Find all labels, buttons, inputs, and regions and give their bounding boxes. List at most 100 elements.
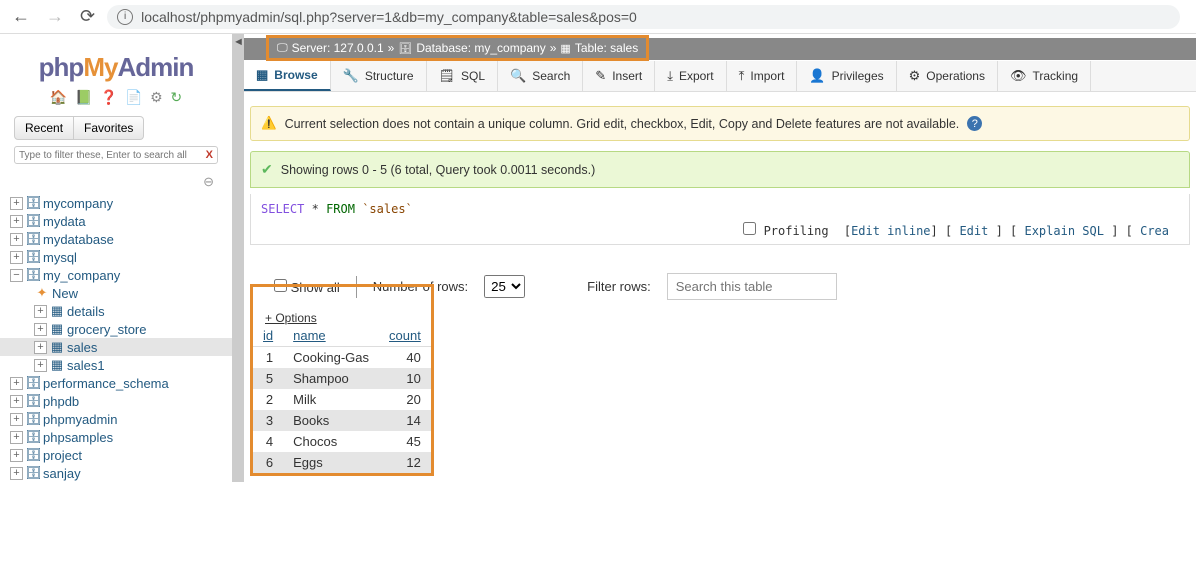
expand-icon[interactable]: + bbox=[34, 305, 47, 318]
table-row: 3Books14 bbox=[253, 410, 431, 431]
nav-tracking[interactable]: 👁Tracking bbox=[998, 61, 1091, 91]
db-icon: 🗄 bbox=[25, 447, 41, 463]
nav-structure[interactable]: 🔧Structure bbox=[331, 61, 427, 91]
col-name[interactable]: name bbox=[283, 325, 379, 347]
explain-sql-link[interactable]: Explain SQL bbox=[1024, 224, 1103, 238]
table-icon: ▦ bbox=[49, 357, 65, 373]
reload-button[interactable]: ⟳ bbox=[76, 4, 99, 29]
expand-icon[interactable]: + bbox=[10, 449, 23, 462]
results-table: idnamecount1Cooking-Gas405Shampoo102Milk… bbox=[253, 325, 431, 473]
tree-item-new[interactable]: ✦New bbox=[0, 284, 232, 302]
home-icon[interactable]: 🏠 bbox=[50, 89, 67, 105]
reload-tree-icon[interactable]: ↻ bbox=[170, 89, 182, 105]
db-icon: 🗄 bbox=[25, 195, 41, 211]
edit-inline-link[interactable]: Edit inline bbox=[851, 224, 930, 238]
table-icon: ▦ bbox=[49, 321, 65, 337]
expand-icon[interactable]: − bbox=[10, 269, 23, 282]
breadcrumb-server[interactable]: Server: 127.0.0.1 bbox=[292, 41, 384, 55]
sidebar: phpMyAdmin 🏠 📗 ❓ 📄 ⚙ ↻ Recent Favorites … bbox=[0, 34, 232, 482]
filter-rows-label: Filter rows: bbox=[587, 279, 651, 294]
table-icon: ▦ bbox=[560, 42, 570, 55]
tree-item-performance-schema[interactable]: +🗄performance_schema bbox=[0, 374, 232, 392]
favorites-tab[interactable]: Favorites bbox=[74, 116, 144, 140]
nav-insert[interactable]: ✎Insert bbox=[583, 61, 655, 91]
table-icon: ▦ bbox=[49, 339, 65, 355]
tree-label: phpmyadmin bbox=[43, 412, 117, 427]
tree-item-mydatabase[interactable]: +🗄mydatabase bbox=[0, 230, 232, 248]
db-icon: 🗄 bbox=[25, 249, 41, 265]
edit-link[interactable]: Edit bbox=[959, 224, 988, 238]
tree-item-mysql[interactable]: +🗄mysql bbox=[0, 248, 232, 266]
tree-label: phpdb bbox=[43, 394, 79, 409]
col-count[interactable]: count bbox=[379, 325, 431, 347]
col-id[interactable]: id bbox=[253, 325, 283, 347]
tracking-icon: 👁 bbox=[1010, 68, 1027, 84]
settings-icon[interactable]: ⚙ bbox=[150, 89, 163, 105]
expand-icon[interactable]: + bbox=[10, 431, 23, 444]
table-row: 2Milk20 bbox=[253, 389, 431, 410]
nav-export[interactable]: ⤓Export bbox=[655, 61, 726, 91]
recent-tab[interactable]: Recent bbox=[14, 116, 74, 140]
help-icon[interactable]: ? bbox=[967, 116, 982, 131]
tree-item-sanjay[interactable]: +🗄sanjay bbox=[0, 464, 232, 482]
expand-icon[interactable]: + bbox=[10, 215, 23, 228]
expand-icon[interactable]: + bbox=[34, 341, 47, 354]
browser-toolbar: ← → ⟳ i localhost/phpmyadmin/sql.php?ser… bbox=[0, 0, 1196, 34]
breadcrumb-database[interactable]: Database: my_company bbox=[416, 41, 545, 55]
tree-filter-input[interactable] bbox=[19, 150, 206, 161]
nav-privileges[interactable]: 👤Privileges bbox=[797, 61, 896, 91]
check-icon: ✔ bbox=[261, 161, 273, 178]
expand-icon[interactable]: + bbox=[10, 233, 23, 246]
tree-item-phpdb[interactable]: +🗄phpdb bbox=[0, 392, 232, 410]
docs-icon[interactable]: ❓ bbox=[100, 89, 117, 105]
tree-label: mydatabase bbox=[43, 232, 114, 247]
tree-label: phpsamples bbox=[43, 430, 113, 445]
expand-icon[interactable]: + bbox=[10, 467, 23, 480]
nav-search[interactable]: 🔍Search bbox=[498, 61, 583, 91]
table-row: 6Eggs12 bbox=[253, 452, 431, 473]
options-toggle[interactable]: + Options bbox=[253, 305, 431, 325]
nav-sql[interactable]: 🗒SQL bbox=[427, 61, 499, 91]
tree-item-mydata[interactable]: +🗄mydata bbox=[0, 212, 232, 230]
tree-item-sales[interactable]: +▦sales bbox=[0, 338, 232, 356]
expand-icon[interactable]: + bbox=[34, 359, 47, 372]
tree-filter[interactable]: X bbox=[14, 146, 218, 164]
profiling-checkbox[interactable]: Profiling bbox=[743, 224, 828, 238]
site-info-icon[interactable]: i bbox=[117, 9, 133, 25]
warning-banner: ⚠️ Current selection does not contain a … bbox=[250, 106, 1190, 141]
tree-item-my-company[interactable]: −🗄my_company bbox=[0, 266, 232, 284]
expand-icon[interactable]: + bbox=[10, 197, 23, 210]
collapse-link-icon[interactable]: ⊖ bbox=[0, 174, 232, 190]
rows-select[interactable]: 25 bbox=[484, 275, 525, 298]
nav-import[interactable]: ⤒Import bbox=[727, 61, 798, 91]
clear-filter-icon[interactable]: X bbox=[206, 149, 213, 161]
breadcrumb-table[interactable]: Table: sales bbox=[575, 41, 638, 55]
tree-item-phpmyadmin[interactable]: +🗄phpmyadmin bbox=[0, 410, 232, 428]
logout-icon[interactable]: 📗 bbox=[75, 89, 92, 105]
expand-icon[interactable]: + bbox=[10, 395, 23, 408]
tree-item-phpsamples[interactable]: +🗄phpsamples bbox=[0, 428, 232, 446]
tree-item-project[interactable]: +🗄project bbox=[0, 446, 232, 464]
back-button[interactable]: ← bbox=[8, 4, 34, 29]
expand-icon[interactable]: + bbox=[10, 413, 23, 426]
tree-item-mycompany[interactable]: +🗄mycompany bbox=[0, 194, 232, 212]
filter-rows-input[interactable] bbox=[667, 273, 837, 300]
top-nav: ▦Browse🔧Structure🗒SQL🔍Search✎Insert⤓Expo… bbox=[244, 61, 1196, 92]
nav-operations[interactable]: ⚙Operations bbox=[897, 61, 998, 91]
expand-icon[interactable]: + bbox=[34, 323, 47, 336]
forward-button[interactable]: → bbox=[42, 4, 68, 29]
nav-browse[interactable]: ▦Browse bbox=[244, 61, 331, 91]
tree-item-sales1[interactable]: +▦sales1 bbox=[0, 356, 232, 374]
tree-item-details[interactable]: +▦details bbox=[0, 302, 232, 320]
sql-icon[interactable]: 📄 bbox=[125, 89, 142, 105]
insert-icon: ✎ bbox=[595, 68, 606, 84]
breadcrumb: 🖵 Server: 127.0.0.1 » 🗄 Database: my_com… bbox=[269, 38, 646, 58]
tree-item-grocery-store[interactable]: +▦grocery_store bbox=[0, 320, 232, 338]
expand-icon[interactable]: + bbox=[10, 377, 23, 390]
url-bar[interactable]: i localhost/phpmyadmin/sql.php?server=1&… bbox=[107, 5, 1180, 29]
create-link[interactable]: Crea bbox=[1140, 224, 1169, 238]
table-row: 5Shampoo10 bbox=[253, 368, 431, 389]
db-icon: 🗄 bbox=[25, 231, 41, 247]
expand-icon[interactable]: + bbox=[10, 251, 23, 264]
sidebar-collapse-bar[interactable]: ◄ bbox=[232, 34, 244, 482]
